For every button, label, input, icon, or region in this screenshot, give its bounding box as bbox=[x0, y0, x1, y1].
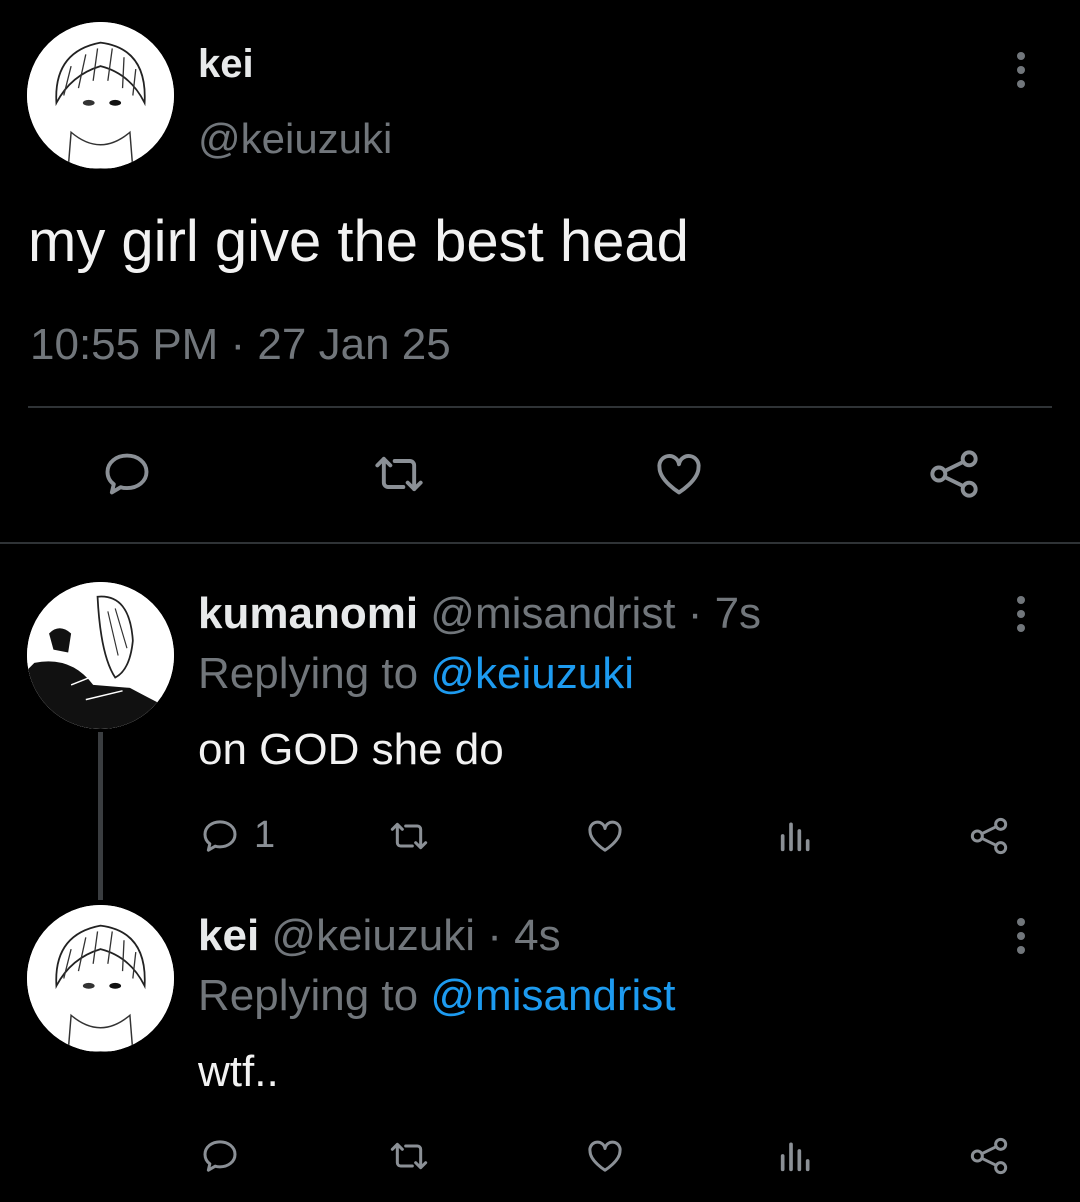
reply-2-display-name[interactable]: kei bbox=[198, 911, 259, 960]
reply-2-views-icon[interactable] bbox=[776, 1136, 816, 1176]
reply-1-display-name[interactable]: kumanomi bbox=[198, 589, 418, 638]
reply-2-share-icon[interactable] bbox=[968, 1136, 1010, 1176]
reply-2-reply-icon[interactable] bbox=[200, 1136, 240, 1176]
share-icon[interactable] bbox=[926, 448, 982, 500]
reply-2-replying-line: Replying to @misandrist bbox=[198, 970, 676, 1022]
reply-1-views-icon[interactable] bbox=[776, 816, 816, 856]
section-divider bbox=[0, 542, 1080, 544]
reply-1-handle[interactable]: @misandrist bbox=[430, 589, 675, 638]
reply-2-retweet-icon[interactable] bbox=[384, 1136, 434, 1176]
reply-1-heart-icon[interactable] bbox=[584, 816, 626, 856]
heart-icon[interactable] bbox=[652, 448, 706, 500]
reply-1-reply-count: 1 bbox=[254, 814, 276, 856]
main-tweet-display-name[interactable]: kei bbox=[198, 40, 254, 88]
main-tweet-text: my girl give the best head bbox=[28, 209, 689, 274]
reply-1-replying-line: Replying to @keiuzuki bbox=[198, 648, 634, 700]
reply-2-replying-to-link[interactable]: @misandrist bbox=[430, 971, 675, 1020]
main-tweet-handle[interactable]: @keiuzuki bbox=[198, 114, 392, 164]
reply-2-avatar[interactable] bbox=[27, 905, 174, 1052]
reply-1-thread-line bbox=[98, 732, 103, 900]
reply-1-header: kumanomi @misandrist · 7s bbox=[198, 588, 761, 640]
reply-2-text: wtf.. bbox=[198, 1047, 279, 1096]
reply-2-time[interactable]: · 4s bbox=[487, 911, 560, 960]
reply-1-retweet-icon[interactable] bbox=[384, 816, 434, 856]
reply-2-heart-icon[interactable] bbox=[584, 1136, 626, 1176]
main-tweet-more-icon[interactable] bbox=[1016, 52, 1026, 88]
retweet-icon[interactable] bbox=[367, 448, 431, 500]
reply-icon[interactable] bbox=[100, 448, 154, 500]
reply-2-more-icon[interactable] bbox=[1016, 918, 1026, 954]
reply-1-more-icon[interactable] bbox=[1016, 596, 1026, 632]
reply-2-handle[interactable]: @keiuzuki bbox=[271, 911, 475, 960]
reply-1-replying-label: Replying to bbox=[198, 649, 419, 698]
reply-2-replying-label: Replying to bbox=[198, 971, 419, 1020]
reply-2-header: kei @keiuzuki · 4s bbox=[198, 910, 561, 962]
reply-1-text: on GOD she do bbox=[198, 725, 504, 774]
reply-1-share-icon[interactable] bbox=[968, 816, 1010, 856]
reply-1-reply-icon[interactable] bbox=[200, 816, 240, 856]
reply-1-avatar[interactable] bbox=[27, 582, 174, 729]
main-tweet-timestamp[interactable]: 10:55 PM · 27 Jan 25 bbox=[30, 318, 451, 372]
reply-1-time[interactable]: · 7s bbox=[688, 589, 761, 638]
main-tweet-avatar[interactable] bbox=[27, 22, 174, 169]
main-tweet-divider bbox=[28, 406, 1052, 408]
reply-1-replying-to-link[interactable]: @keiuzuki bbox=[430, 649, 634, 698]
